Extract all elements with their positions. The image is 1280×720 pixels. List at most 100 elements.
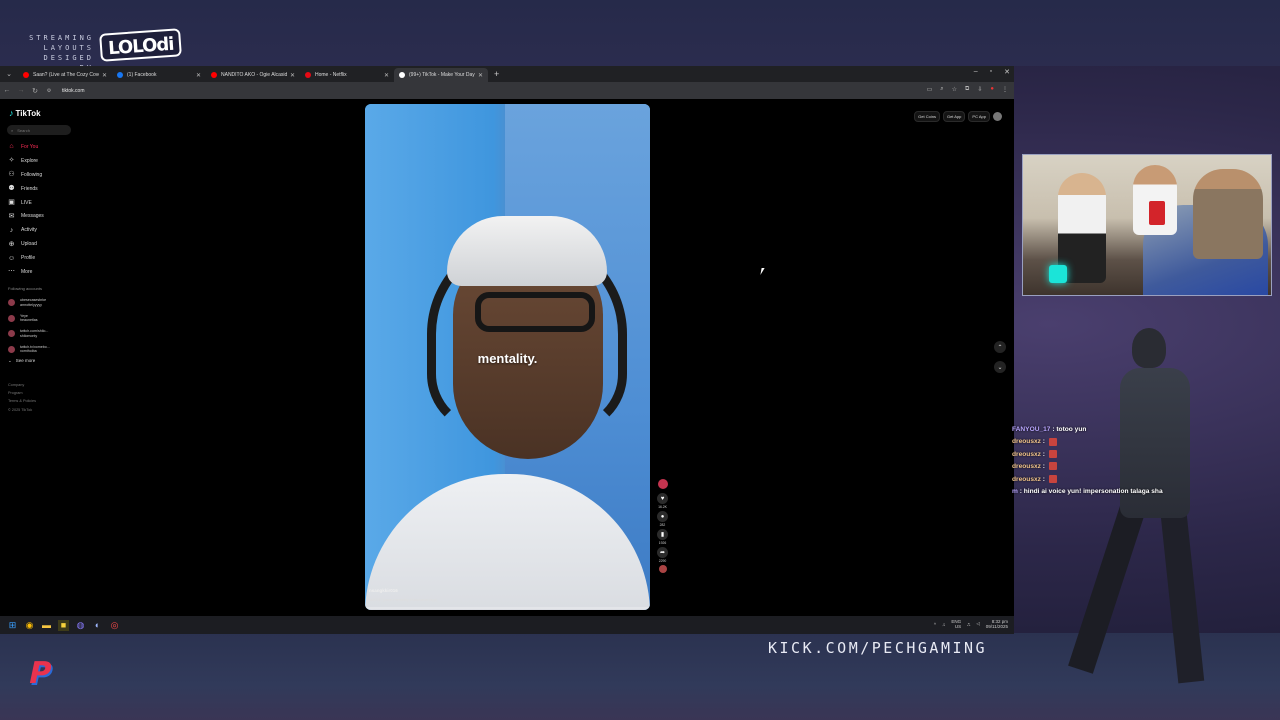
menu-icon[interactable]: ⋮: [1002, 86, 1008, 93]
music-disc-icon[interactable]: [658, 565, 667, 573]
compass-icon: ✧: [8, 157, 15, 165]
sidebar-item-upload[interactable]: ⊕ Upload: [8, 237, 88, 251]
get-coins-button[interactable]: Get Coins: [914, 111, 940, 122]
sidebar-item-more[interactable]: ⋯ More: [8, 265, 88, 279]
pc-app-button[interactable]: PC App: [968, 111, 990, 122]
footer-link[interactable]: Program: [8, 389, 36, 397]
share-icon[interactable]: ➦: [657, 547, 668, 558]
cyan-light: [1049, 265, 1067, 283]
comment-count: 282: [659, 523, 666, 527]
sticky-app-icon[interactable]: ■: [58, 619, 69, 631]
chevron-up-icon[interactable]: ⌃: [994, 341, 1006, 353]
sidebar-item-label: Following: [21, 171, 43, 178]
clock[interactable]: 8:32 pm 09/11/2025: [986, 619, 1008, 629]
browser-tab[interactable]: (1) Facebook ✕: [112, 68, 206, 82]
sidebar-item-label: LIVE: [21, 199, 32, 206]
microphone-icon[interactable]: ♫: [942, 622, 945, 627]
tab-list: Saan? (Live at The Cozy Cove) ✕ (1) Facebo…: [18, 66, 488, 82]
downloads-icon[interactable]: ⇩: [977, 86, 982, 93]
sidebar-item-explore[interactable]: ✧ Explore: [8, 154, 88, 168]
minimize-icon[interactable]: –: [974, 68, 978, 76]
sidebar-item-activity[interactable]: ♪ Activity: [8, 223, 88, 237]
save-count: 1926: [658, 541, 667, 545]
close-window-icon[interactable]: ✕: [1004, 68, 1010, 76]
language-indicator[interactable]: ENG US: [951, 619, 961, 629]
following-account[interactable]: twitch.tv/xomebo... xomthoiba: [8, 342, 88, 358]
site-info-icon[interactable]: ⚙: [42, 88, 56, 94]
account-handle: shilomonty: [20, 333, 38, 338]
forward-icon[interactable]: →: [14, 87, 28, 94]
chat-separator: :: [1040, 438, 1047, 446]
url-field[interactable]: tiktok.com: [62, 88, 85, 94]
sidebar-item-live[interactable]: ▣ LIVE: [8, 196, 88, 210]
chrome-icon[interactable]: ◉: [24, 620, 35, 631]
sidebar-item-following[interactable]: ⚇ Following: [8, 168, 88, 182]
sidebar-item-friends[interactable]: ⚉ Friends: [8, 182, 88, 196]
tab-close-icon[interactable]: ✕: [102, 72, 107, 79]
back-icon[interactable]: ←: [0, 87, 14, 94]
browser-tab[interactable]: (99+) TikTok - Make Your Day ✕: [394, 68, 488, 82]
tab-search-icon[interactable]: ⌄: [0, 66, 18, 82]
video-progress-bar[interactable]: [365, 607, 650, 609]
creator-avatar[interactable]: [657, 479, 668, 489]
tab-close-icon[interactable]: ✕: [384, 72, 389, 79]
tray-expand-icon[interactable]: ^: [934, 622, 936, 627]
chat-username: FANYOU_17: [1012, 426, 1051, 433]
cast-icon[interactable]: ▭: [927, 86, 933, 93]
get-app-button[interactable]: Get App: [942, 111, 966, 122]
branding-logo: LOLOdi: [99, 28, 183, 62]
video-player[interactable]: mentality. nsangkkir016 pt#001?(none men…: [365, 104, 650, 610]
video-username[interactable]: nsangkkir016: [369, 588, 398, 593]
sidebar-item-for-you[interactable]: ⌂ For You: [8, 140, 88, 154]
chat-message: dreousxz :: [1012, 461, 1212, 473]
user-avatar[interactable]: [993, 112, 1002, 121]
sidebar-item-label: Messages: [21, 213, 44, 220]
bookmark-icon[interactable]: ▮: [657, 529, 668, 540]
chat-username: dreousxz: [1012, 438, 1041, 446]
see-more-link[interactable]: ⌄ See more: [8, 358, 88, 364]
comment-icon[interactable]: ●: [657, 511, 668, 522]
following-account[interactable]: twitch.com/shilo... shilomonty: [8, 326, 88, 342]
following-accounts-list: ubesecasesbrke amrottelyyyyy Yeye heaunetla…: [8, 295, 88, 364]
video-glasses: [475, 292, 595, 332]
browser-tab[interactable]: Home - Netflix ✕: [300, 68, 394, 82]
search-placeholder: Search: [17, 127, 30, 133]
zoom-icon[interactable]: ⌕: [940, 86, 943, 93]
search-input[interactable]: ⌕ Search: [7, 125, 71, 135]
new-tab-icon[interactable]: +: [494, 69, 499, 79]
account-handle: heaunetlas: [20, 318, 38, 323]
volume-icon[interactable]: ◁: [976, 621, 979, 627]
profile-icon[interactable]: ●: [990, 86, 994, 93]
sidebar-item-profile[interactable]: ☺ Profile: [8, 251, 88, 265]
extensions-icon[interactable]: ⧉: [965, 86, 969, 93]
address-bar: ← → ↻ ⚙ tiktok.com ▭ ⌕ ☆ ⧉ ⇩ ● ⋮: [0, 82, 1014, 99]
footer-link[interactable]: Terms & Policies: [8, 397, 36, 405]
following-account[interactable]: Yeye heaunetlas: [8, 311, 88, 327]
tab-bar: ⌄ Saan? (Live at The Cozy Cove) ✕ (1) Face…: [0, 66, 1014, 82]
tab-close-icon[interactable]: ✕: [196, 72, 201, 79]
tab-favicon-icon: [399, 72, 405, 78]
file-explorer-icon[interactable]: ▬: [41, 620, 52, 631]
sidebar-item-messages[interactable]: ✉ Messages: [8, 209, 88, 223]
reload-icon[interactable]: ↻: [28, 87, 42, 95]
chat-emote-icon: [1048, 474, 1057, 483]
tab-close-icon[interactable]: ✕: [478, 72, 483, 79]
chevron-down-icon[interactable]: ⌄: [994, 361, 1006, 373]
browser-tab[interactable]: NANDITO AKO - Ogie Alcasid ✕: [206, 68, 300, 82]
like-icon[interactable]: ♥: [657, 493, 668, 504]
bookmark-star-icon[interactable]: ☆: [952, 86, 957, 93]
windows-start-icon[interactable]: ⊞: [7, 620, 18, 631]
browser-tab[interactable]: Saan? (Live at The Cozy Cove) ✕: [18, 68, 112, 82]
app-red-icon[interactable]: ◎: [109, 620, 120, 631]
maximize-icon[interactable]: ▫: [990, 68, 992, 76]
following-account[interactable]: ubesecasesbrke amrottelyyyyy: [8, 295, 88, 311]
tab-close-icon[interactable]: ✕: [290, 72, 295, 79]
steam-icon[interactable]: ◐: [92, 620, 103, 631]
network-icon[interactable]: ⎍: [967, 622, 970, 627]
chat-username: dreousxz: [1012, 450, 1041, 458]
tiktok-logo[interactable]: ♪ TikTok: [9, 108, 41, 118]
tab-favicon-icon: [305, 72, 311, 78]
footer-link[interactable]: Company: [8, 381, 36, 389]
avatar: [8, 330, 15, 338]
discord-icon[interactable]: ◍: [75, 620, 86, 631]
